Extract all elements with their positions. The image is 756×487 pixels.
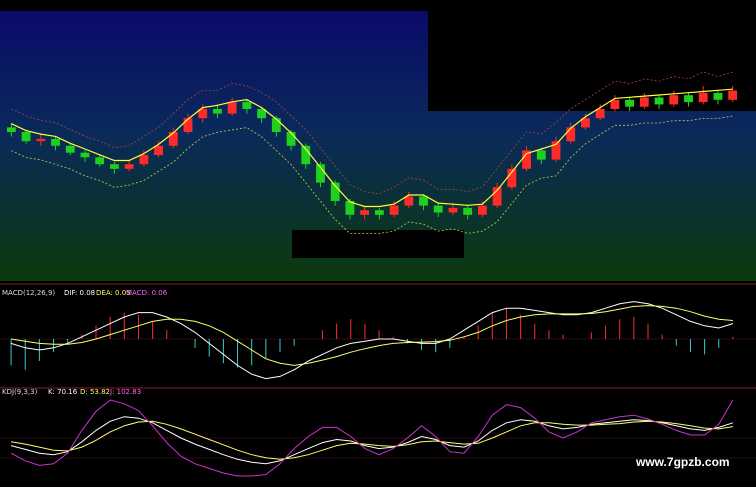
- candle-body: [183, 118, 193, 132]
- kdj-k-label: K: 70.16: [48, 388, 78, 396]
- candle-body: [433, 205, 443, 213]
- overlay-box-bottom: [292, 230, 464, 258]
- candle-body: [286, 132, 296, 146]
- candle-body: [95, 157, 105, 165]
- candle-body: [360, 210, 370, 215]
- candle-body: [124, 164, 134, 169]
- candle-body: [374, 210, 384, 215]
- candle-body: [271, 118, 281, 132]
- candle-body: [595, 109, 605, 119]
- candle-body: [227, 102, 237, 114]
- candle-body: [566, 127, 576, 142]
- candle-body: [610, 99, 620, 109]
- macd-name-label: MACD(12,26,9): [2, 289, 55, 297]
- kdj-d-line: [10, 420, 734, 460]
- candle-body: [51, 138, 60, 146]
- candle-body: [21, 132, 31, 142]
- macd-dif-line: [10, 301, 734, 380]
- candle-body: [654, 97, 664, 105]
- candle-body: [713, 92, 723, 100]
- candle-body: [139, 155, 149, 165]
- candle-body: [639, 97, 649, 107]
- candle-body: [242, 102, 252, 109]
- candle-body: [80, 152, 90, 158]
- candle-body: [669, 95, 679, 105]
- candle-body: [65, 145, 75, 153]
- watermark-text: www.7gpzb.com: [635, 455, 730, 469]
- candle-body: [448, 207, 458, 213]
- macd-dea-line: [11, 305, 733, 366]
- candle-body: [728, 90, 738, 100]
- macd-panel: [10, 301, 734, 380]
- kdj-k-line: [10, 416, 734, 465]
- candle-body: [684, 95, 693, 103]
- candle-body: [213, 109, 222, 114]
- macd-dif-label: DIF: 0.08: [64, 289, 95, 297]
- candle-body: [477, 205, 487, 215]
- candle-body: [389, 205, 399, 215]
- candle-body: [109, 164, 119, 169]
- candle-body: [463, 207, 473, 215]
- kdj-d-label: D: 53.82: [80, 388, 110, 396]
- stock-chart: MACD(12,26,9) DIF: 0.08 DEA: 0.05 MACD: …: [0, 11, 756, 477]
- candle-body: [419, 196, 428, 206]
- candle-body: [404, 196, 414, 206]
- candle-body: [698, 92, 708, 103]
- kdj-j-label: J: 102.83: [109, 388, 141, 396]
- candle-body: [536, 150, 546, 160]
- candle-body: [36, 138, 46, 142]
- macd-value-label: MACD: 0.06: [126, 289, 168, 297]
- candle-body: [625, 99, 635, 107]
- candle-body: [168, 132, 178, 146]
- kdj-name-label: KDJ(9,3,3): [2, 388, 38, 396]
- candle-body: [154, 145, 163, 155]
- candle-body: [6, 127, 16, 132]
